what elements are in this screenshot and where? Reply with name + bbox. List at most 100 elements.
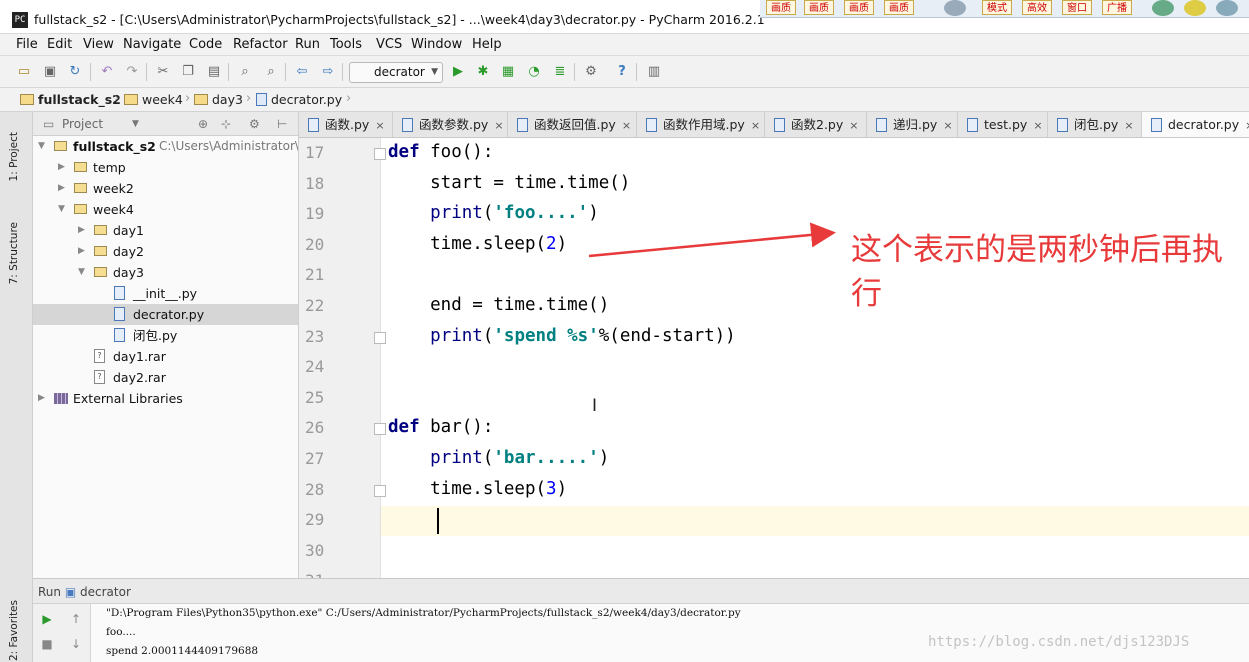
save-icon[interactable]: ▣ — [42, 64, 58, 80]
back-icon[interactable]: ⇦ — [294, 64, 310, 80]
close-icon[interactable]: × — [375, 119, 384, 132]
expand-arrow-icon[interactable]: ▼ — [78, 262, 88, 283]
breadcrumb-item[interactable]: fullstack_s2 — [20, 92, 121, 107]
project-view-selector[interactable]: Project — [62, 117, 103, 131]
tree-item[interactable]: ▶ week2 — [33, 178, 298, 199]
scroll-from-source-icon[interactable]: ⊕ — [198, 117, 208, 131]
close-icon[interactable]: × — [622, 119, 631, 132]
editor-tab[interactable]: test.py × — [958, 112, 1048, 137]
tree-item[interactable]: ? day1.rar — [33, 346, 298, 367]
menu-run[interactable]: Run — [295, 37, 320, 52]
menu-edit[interactable]: Edit — [47, 37, 72, 52]
editor-tab[interactable]: 函数作用域.py × — [637, 112, 765, 137]
tree-item[interactable]: ▶ External Libraries — [33, 388, 298, 409]
ext-globe-icon[interactable] — [944, 0, 966, 16]
structure-tool-tab[interactable]: 7: Structure — [8, 222, 20, 284]
menu-tools[interactable]: Tools — [330, 37, 362, 52]
tree-item[interactable]: ▼ day3 — [33, 262, 298, 283]
ext-button[interactable]: 画质 — [884, 0, 914, 15]
scroll-down-icon[interactable]: ↓ — [69, 637, 83, 651]
menu-navigate[interactable]: Navigate — [123, 37, 181, 52]
menu-refactor[interactable]: Refactor — [233, 37, 288, 52]
find-icon[interactable]: ⌕ — [237, 64, 253, 80]
tree-item[interactable]: __init__.py — [33, 283, 298, 304]
chevron-down-icon[interactable]: ▼ — [132, 119, 139, 129]
editor-tab[interactable]: 函数参数.py × — [393, 112, 508, 137]
undo-icon[interactable]: ↶ — [99, 64, 115, 80]
ext-tool-icon[interactable] — [1152, 0, 1174, 16]
scroll-up-icon[interactable]: ↑ — [69, 612, 83, 626]
ext-tool-icon[interactable] — [1216, 0, 1238, 16]
menu-file[interactable]: File — [16, 37, 38, 52]
gear-icon[interactable]: ⚙ — [249, 117, 260, 131]
collapse-arrow-icon[interactable]: ▶ — [78, 241, 88, 262]
project-tool-tab[interactable]: 1: Project — [8, 132, 20, 181]
ext-button[interactable]: 高效 — [1022, 0, 1052, 15]
breadcrumb-item[interactable]: week4 — [124, 92, 183, 107]
rerun-icon[interactable]: ▶ — [40, 612, 54, 626]
ext-button[interactable]: 画质 — [804, 0, 834, 15]
ext-tool-icon[interactable] — [1184, 0, 1206, 16]
collapse-arrow-icon[interactable]: ▶ — [58, 157, 68, 178]
favorites-tool-tab[interactable]: 2: Favorites — [8, 600, 20, 661]
editor-tab[interactable]: 函数返回值.py × — [508, 112, 637, 137]
collapse-all-icon[interactable]: ⊹ — [221, 117, 231, 131]
run-configuration-select[interactable]: decrator ▼ — [349, 62, 443, 83]
ext-button[interactable]: 画质 — [766, 0, 796, 15]
sync-icon[interactable]: ↻ — [67, 64, 83, 80]
debug-icon[interactable]: ✱ — [475, 64, 491, 80]
tree-item[interactable]: ▼ week4 — [33, 199, 298, 220]
tree-item[interactable]: ▶ day1 — [33, 220, 298, 241]
close-icon[interactable]: × — [751, 119, 760, 132]
collapse-arrow-icon[interactable]: ▶ — [38, 388, 48, 409]
cut-icon[interactable]: ✂ — [155, 64, 171, 80]
tree-item[interactable]: ▶ day2 — [33, 241, 298, 262]
tree-item[interactable]: ▼ fullstack_s2 C:\Users\Administrator\P — [33, 136, 298, 157]
tree-item[interactable]: decrator.py — [33, 304, 298, 325]
code-editor[interactable]: 171819202122232425262728293031 def foo()… — [299, 138, 1249, 578]
close-icon[interactable]: × — [943, 119, 952, 132]
tree-item[interactable]: ? day2.rar — [33, 367, 298, 388]
copy-icon[interactable]: ❐ — [180, 64, 196, 80]
tree-item[interactable]: 闭包.py — [33, 325, 298, 346]
close-icon[interactable]: × — [1033, 119, 1042, 132]
ext-button[interactable]: 模式 — [982, 0, 1012, 15]
menu-code[interactable]: Code — [189, 37, 222, 52]
close-icon[interactable]: × — [494, 119, 503, 132]
editor-tab[interactable]: 递归.py × — [867, 112, 958, 137]
settings-icon[interactable]: ⚙ — [583, 64, 599, 80]
editor-tab[interactable]: 函数2.py × — [765, 112, 867, 137]
vcs-icon[interactable]: ▥ — [646, 64, 662, 80]
close-icon[interactable]: × — [1124, 119, 1133, 132]
replace-icon[interactable]: ⌕ — [263, 64, 279, 80]
breadcrumb-item[interactable]: decrator.py — [256, 92, 342, 107]
expand-arrow-icon[interactable]: ▼ — [38, 136, 48, 157]
expand-arrow-icon[interactable]: ▼ — [58, 199, 68, 220]
menu-help[interactable]: Help — [472, 37, 502, 52]
menu-window[interactable]: Window — [411, 37, 462, 52]
hide-panel-icon[interactable]: ⊢ — [277, 117, 287, 131]
editor-tab[interactable]: 闭包.py × — [1048, 112, 1142, 137]
forward-icon[interactable]: ⇨ — [320, 64, 336, 80]
editor-tab[interactable]: 函数.py × — [299, 112, 393, 137]
help-icon[interactable]: ? — [614, 64, 630, 80]
concurrency-icon[interactable]: ≣ — [552, 64, 568, 80]
coverage-icon[interactable]: ▦ — [500, 64, 516, 80]
ext-button[interactable]: 窗口 — [1062, 0, 1092, 15]
close-icon[interactable]: × — [849, 119, 858, 132]
breadcrumb-item[interactable]: day3 — [194, 92, 243, 107]
collapse-arrow-icon[interactable]: ▶ — [78, 220, 88, 241]
collapse-arrow-icon[interactable]: ▶ — [58, 178, 68, 199]
redo-icon[interactable]: ↷ — [124, 64, 140, 80]
stop-icon[interactable]: ■ — [40, 637, 54, 651]
tree-item[interactable]: ▶ temp — [33, 157, 298, 178]
ext-button[interactable]: 广播 — [1102, 0, 1132, 15]
editor-tab-active[interactable]: decrator.py× — [1142, 112, 1249, 137]
open-folder-icon[interactable]: ▭ — [16, 64, 32, 80]
profile-icon[interactable]: ◔ — [526, 64, 542, 80]
paste-icon[interactable]: ▤ — [206, 64, 222, 80]
close-icon[interactable]: × — [1245, 119, 1249, 132]
ext-button[interactable]: 画质 — [844, 0, 874, 15]
menu-vcs[interactable]: VCS — [376, 37, 402, 52]
menu-view[interactable]: View — [83, 37, 114, 52]
